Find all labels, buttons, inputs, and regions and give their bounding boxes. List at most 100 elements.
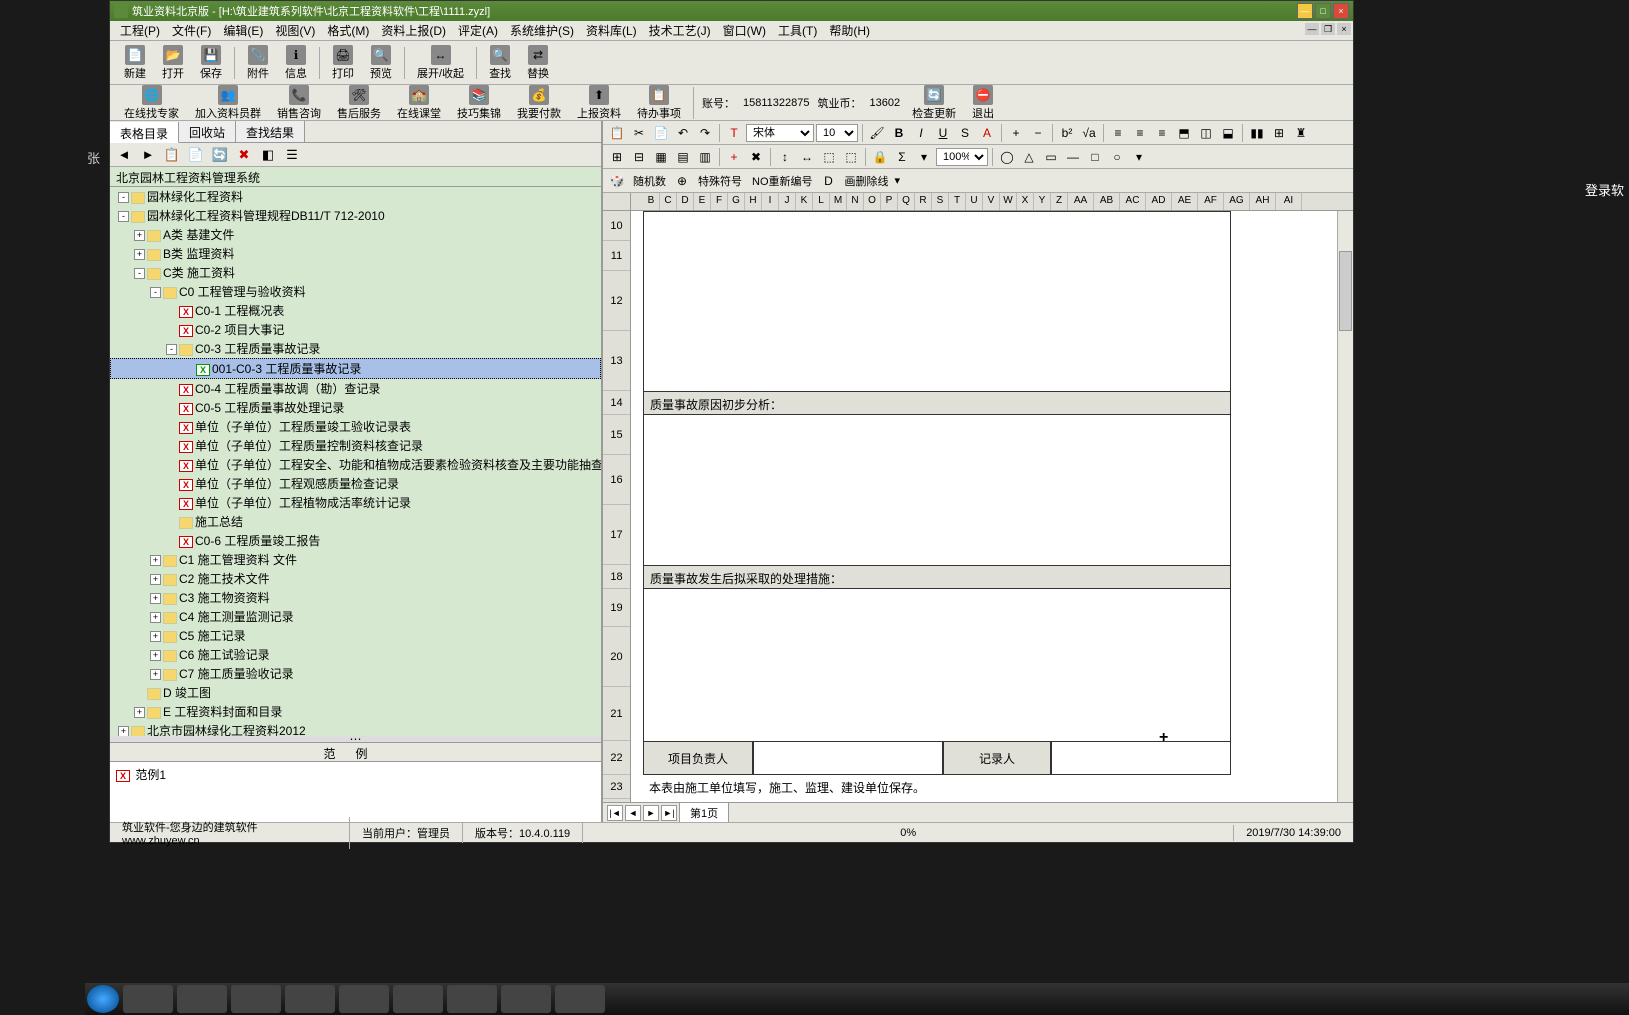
tree-node[interactable]: -C0-3 工程质量事故记录 [110,339,601,358]
col-header[interactable]: Q [898,193,915,210]
col-header[interactable]: AI [1276,193,1302,210]
mdi-min-icon[interactable]: — [1305,23,1319,35]
superscript-icon[interactable]: b² [1057,123,1077,143]
bold-button[interactable]: B [889,123,909,143]
col-header[interactable]: L [813,193,830,210]
col-header[interactable]: AB [1094,193,1120,210]
shape1-icon[interactable]: ◯ [997,147,1017,167]
fill-icon[interactable]: ▤ [673,147,693,167]
menu-item[interactable]: 评定(A) [452,20,504,41]
paste-icon[interactable]: 📄 [186,145,206,165]
menu-item[interactable]: 系统维护(S) [504,20,580,41]
dice-icon[interactable]: 🎲 [607,171,627,191]
taskbar-item[interactable] [285,985,335,1013]
打印-button[interactable]: 🖨打印 [326,44,360,82]
tree-node[interactable]: XC0-2 项目大事记 [110,320,601,339]
special-char-button[interactable]: 特殊符号 [694,173,746,189]
row-header[interactable]: 13 [603,331,630,391]
tree-toggle-icon[interactable]: - [118,211,129,222]
col-header[interactable]: Y [1034,193,1051,210]
售后服务-button[interactable]: 🛠售后服务 [331,84,387,122]
tree-toggle-icon[interactable]: + [150,593,161,604]
shape5-icon[interactable]: □ [1085,147,1105,167]
销售咨询-button[interactable]: 📞销售咨询 [271,84,327,122]
tree-node[interactable]: 施工总结 [110,512,601,531]
col-header[interactable]: U [966,193,983,210]
col-header[interactable]: H [745,193,762,210]
row-header[interactable]: 21 [603,687,630,741]
col-icon[interactable]: ↔ [797,147,817,167]
tree-node[interactable]: -C类 施工资料 [110,263,601,282]
col-header[interactable]: E [694,193,711,210]
valign-top-icon[interactable]: ⬒ [1174,123,1194,143]
taskbar-item[interactable] [555,985,605,1013]
select-all-corner[interactable] [603,193,631,210]
dropdown-icon[interactable]: ▾ [895,174,901,187]
col-header[interactable]: I [762,193,779,210]
sheet-tab-1[interactable]: 第1页 [679,802,729,823]
tree-node[interactable]: +C7 施工质量验收记录 [110,664,601,683]
row-header[interactable]: 11 [603,241,630,271]
cell-area-2[interactable] [643,415,1231,565]
tree-node[interactable]: +C5 施工记录 [110,626,601,645]
row-header[interactable]: 22 [603,741,630,775]
undo-icon[interactable]: ↶ [673,123,693,143]
titlebar[interactable]: 筑业资料北京版 - [H:\筑业建筑系列软件\北京工程资料软件\工程\1111.… [110,1,1353,21]
col-header[interactable]: AA [1068,193,1094,210]
ruler-icon[interactable]: ⊞ [1269,123,1289,143]
tab-表格目录[interactable]: 表格目录 [110,122,179,143]
scroll-thumb[interactable] [1339,251,1352,331]
tab-回收站[interactable]: 回收站 [179,121,236,142]
tree-toggle-icon[interactable]: + [150,574,161,585]
打开-button[interactable]: 📂打开 [156,44,190,82]
col-header[interactable]: B [643,193,660,210]
cell-area[interactable] [643,211,1231,391]
align-right-icon[interactable]: ≡ [1152,123,1172,143]
redo-icon[interactable]: ↷ [695,123,715,143]
tree-node[interactable]: X单位（子单位）工程安全、功能和植物成活要素检验资料核查及主要功能抽查记录 [110,455,601,474]
tree-node[interactable]: +A类 基建文件 [110,225,601,244]
start-button[interactable] [87,985,119,1013]
vertical-scrollbar[interactable] [1337,211,1353,802]
row-header[interactable]: 19 [603,589,630,627]
valign-mid-icon[interactable]: ◫ [1196,123,1216,143]
row22-input2[interactable] [1051,741,1231,775]
spreadsheet[interactable]: BCDEFGHIJKLMNOPQRSTUVWXYZAAABACADAEAFAGA… [603,193,1353,822]
menu-item[interactable]: 工程(P) [114,20,166,41]
tree-node[interactable]: +B类 监理资料 [110,244,601,263]
col-header[interactable]: O [864,193,881,210]
col-header[interactable]: D [677,193,694,210]
在线找专家-button[interactable]: 🌐在线找专家 [118,84,185,122]
row22-input1[interactable] [753,741,943,775]
tree-toggle-icon[interactable]: + [134,230,145,241]
row-header[interactable]: 17 [603,505,630,565]
检查更新-button[interactable]: 🔄检查更新 [906,84,962,122]
taskbar-item[interactable] [231,985,281,1013]
row-header[interactable]: 23 [603,775,630,799]
col-header[interactable]: F [711,193,728,210]
tree-toggle-icon[interactable]: + [150,631,161,642]
tree-node[interactable]: XC0-1 工程概况表 [110,301,601,320]
col-header[interactable]: AH [1250,193,1276,210]
信息-button[interactable]: ℹ信息 [279,44,313,82]
indent-icon[interactable]: ⬚ [819,147,839,167]
tree-node[interactable]: +C6 施工试验记录 [110,645,601,664]
taskbar-item[interactable] [447,985,497,1013]
dropdown-icon[interactable]: ▾ [914,147,934,167]
shape2-icon[interactable]: △ [1019,147,1039,167]
预览-button[interactable]: 🔍预览 [364,44,398,82]
strikeline-button[interactable]: 画删除线 [841,173,893,189]
col-header[interactable]: W [1000,193,1017,210]
col-header[interactable]: AF [1198,193,1224,210]
menu-item[interactable]: 文件(F) [166,20,217,41]
col-header[interactable]: G [728,193,745,210]
split-icon[interactable]: ⊟ [629,147,649,167]
dropdown2-icon[interactable]: ▾ [1129,147,1149,167]
在线课堂-button[interactable]: 🏫在线课堂 [391,84,447,122]
tree-toggle-icon[interactable]: + [150,650,161,661]
row-icon[interactable]: ↕ [775,147,795,167]
font-select[interactable]: 宋体 [746,124,814,142]
font-size-select[interactable]: 10 [816,124,858,142]
tree-node[interactable]: +C2 施工技术文件 [110,569,601,588]
copy-icon[interactable]: 📋 [162,145,182,165]
